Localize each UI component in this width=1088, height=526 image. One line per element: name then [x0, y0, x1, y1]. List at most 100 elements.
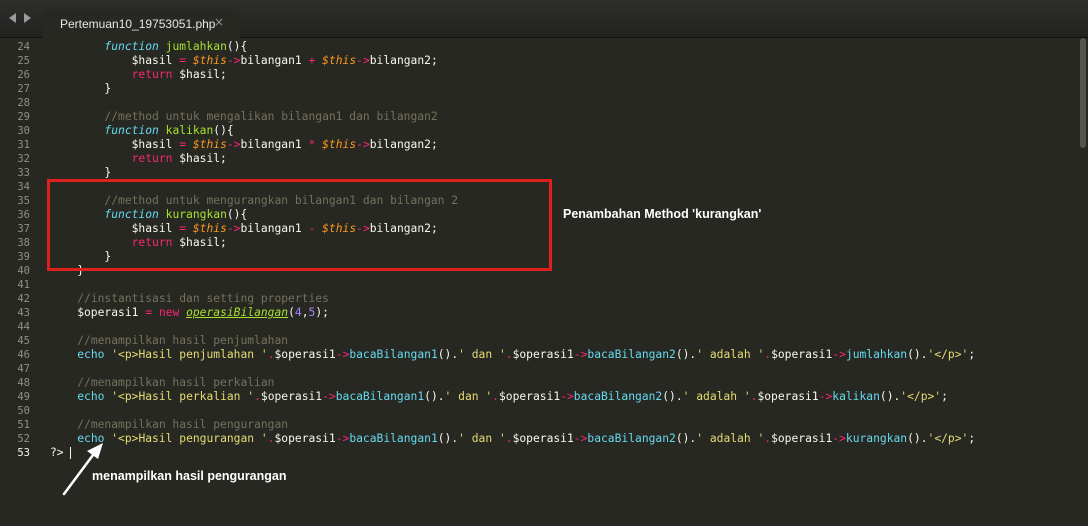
- code-line[interactable]: 47: [0, 362, 1076, 376]
- code-editor[interactable]: 24 function jumlahkan(){25 $hasil = $thi…: [0, 38, 1076, 526]
- code-token: operasiBilangan: [186, 306, 289, 319]
- code-line[interactable]: 48 //menampilkan hasil perkalian: [0, 376, 1076, 390]
- code-token: $operasi1: [757, 390, 819, 403]
- code-token: $hasil;: [172, 68, 227, 81]
- code-text: function kalikan(){: [50, 124, 233, 138]
- code-line[interactable]: 24 function jumlahkan(){: [0, 40, 1076, 54]
- code-token: bacaBilangan2: [573, 390, 663, 403]
- code-line[interactable]: 42 //instantisasi dan setting properties: [0, 292, 1076, 306]
- code-token: .: [267, 432, 275, 445]
- line-number: 35: [17, 195, 30, 207]
- code-text: $hasil = $this->bilangan1 + $this->bilan…: [50, 54, 438, 68]
- code-line[interactable]: 50: [0, 404, 1076, 418]
- line-number: 36: [17, 209, 30, 221]
- line-number: 50: [17, 405, 30, 417]
- code-token: $operasi1: [274, 348, 336, 361]
- code-token: $hasil;: [172, 152, 227, 165]
- line-number: 46: [17, 349, 30, 361]
- code-text: //menampilkan hasil penjumlahan: [50, 334, 288, 348]
- line-number: 26: [17, 69, 30, 81]
- code-line[interactable]: 33 }: [0, 166, 1076, 180]
- code-text: echo '<p>Hasil perkalian '.$operasi1->ba…: [50, 390, 948, 404]
- code-text: }: [50, 166, 111, 180]
- chevron-left-icon[interactable]: [9, 13, 16, 23]
- code-token: ;: [941, 390, 948, 403]
- code-line[interactable]: 51 //menampilkan hasil pengurangan: [0, 418, 1076, 432]
- tab-file[interactable]: Pertemuan10_19753051.php ×: [42, 9, 240, 38]
- line-number: 40: [17, 265, 30, 277]
- code-line[interactable]: 53 ?>: [0, 446, 1076, 460]
- code-text: //menampilkan hasil pengurangan: [50, 418, 288, 432]
- line-number: 45: [17, 335, 30, 347]
- code-token: ().: [437, 348, 459, 361]
- annotation-method-label: Penambahan Method 'kurangkan': [563, 207, 762, 221]
- code-token: //menampilkan hasil perkalian: [77, 376, 275, 389]
- code-line[interactable]: 30 function kalikan(){: [0, 124, 1076, 138]
- code-line[interactable]: 44: [0, 320, 1076, 334]
- code-token: $operasi1: [771, 348, 833, 361]
- code-line[interactable]: 46 echo '<p>Hasil penjumlahan '.$operasi…: [0, 348, 1076, 362]
- code-line[interactable]: 49 echo '<p>Hasil perkalian '.$operasi1-…: [0, 390, 1076, 404]
- code-line[interactable]: 41: [0, 278, 1076, 292]
- code-line[interactable]: 26 return $hasil;: [0, 68, 1076, 82]
- scrollbar-thumb[interactable]: [1080, 38, 1086, 148]
- vertical-scrollbar[interactable]: [1076, 38, 1088, 526]
- line-number: 25: [17, 55, 30, 67]
- line-number: 39: [17, 251, 30, 263]
- line-number: 44: [17, 321, 30, 333]
- code-line[interactable]: 52 echo '<p>Hasil pengurangan '.$operasi…: [0, 432, 1076, 446]
- line-number: 47: [17, 363, 30, 375]
- code-token: jumlahkan: [845, 348, 908, 361]
- code-token: bilangan2;: [369, 54, 438, 67]
- code-token: //method untuk mengalikan bilangan1 dan …: [104, 110, 438, 123]
- line-number: 49: [17, 391, 30, 403]
- line-number: 34: [17, 181, 30, 193]
- code-token: function: [104, 124, 159, 137]
- line-number: 32: [17, 153, 30, 165]
- code-token: ->: [818, 390, 833, 403]
- line-number: 43: [17, 307, 30, 319]
- code-line[interactable]: 29 //method untuk mengalikan bilangan1 d…: [0, 110, 1076, 124]
- code-token: ().: [879, 390, 901, 403]
- line-number: 24: [17, 41, 30, 53]
- code-token: );: [315, 306, 329, 319]
- code-token: ->: [832, 432, 846, 445]
- line-number: 29: [17, 111, 30, 123]
- code-line[interactable]: 31 $hasil = $this->bilangan1 * $this->bi…: [0, 138, 1076, 152]
- code-token: bilangan1: [240, 54, 309, 67]
- code-token: $operasi1: [512, 432, 574, 445]
- code-line[interactable]: 32 return $hasil;: [0, 152, 1076, 166]
- code-token: $operasi1: [274, 432, 336, 445]
- code-token: $hasil: [50, 54, 180, 67]
- close-icon[interactable]: ×: [214, 15, 224, 29]
- code-token: '<p>Hasil perkalian ': [111, 390, 255, 403]
- chevron-right-icon[interactable]: [24, 13, 31, 23]
- code-line[interactable]: 27 }: [0, 82, 1076, 96]
- code-line[interactable]: 43 $operasi1 = new operasiBilangan(4,5);: [0, 306, 1076, 320]
- code-token: bacaBilangan1: [335, 390, 425, 403]
- code-token: ().: [675, 432, 697, 445]
- line-number: 31: [17, 139, 30, 151]
- code-line[interactable]: 45 //menampilkan hasil penjumlahan: [0, 334, 1076, 348]
- code-token: ->: [573, 348, 588, 361]
- code-token: $this: [322, 138, 357, 151]
- code-token: bacaBilangan2: [587, 432, 676, 445]
- code-line[interactable]: 25 $hasil = $this->bilangan1 + $this->bi…: [0, 54, 1076, 68]
- code-token: //instantisasi dan setting properties: [77, 292, 329, 305]
- code-token: ->: [573, 432, 588, 445]
- code-text: function jumlahkan(){: [50, 40, 247, 54]
- code-line[interactable]: 28: [0, 96, 1076, 110]
- code-token: '</p>': [900, 390, 942, 403]
- code-text: $operasi1 = new operasiBilangan(4,5);: [50, 306, 329, 320]
- code-text: //instantisasi dan setting properties: [50, 292, 329, 306]
- code-text: return $hasil;: [50, 152, 227, 166]
- tab-title: Pertemuan10_19753051.php: [60, 17, 216, 31]
- code-token: return: [131, 152, 173, 165]
